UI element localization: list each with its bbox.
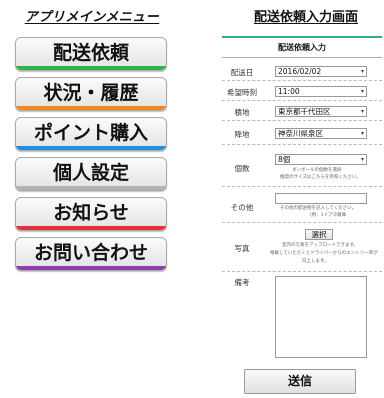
form-header: 配送依頼入力 [222,36,382,58]
origin-label: 積地 [234,108,250,117]
row-delivery-date: 配送日 2016/02/02 ▾ [222,62,382,81]
origin-select[interactable]: 東京都千代田区 ▾ [275,106,367,117]
count-note: ダンボールの個数を選択 [292,168,342,173]
row-remarks: 備考 [222,272,382,363]
other-label: その他 [230,203,254,212]
other-example-note: (例：1ドア冷蔵庫 [310,213,347,218]
photo-note: 室内の写真をアップロードできます。 [282,243,359,248]
delivery-date-select[interactable]: 2016/02/02 ▾ [275,66,367,77]
row-destination: 降地 神奈川県泉区 ▾ [222,121,382,145]
row-other: その他 その他の配送物を記入してください。 (例：1ドア冷蔵庫 [222,187,382,223]
menu-color-stripe [16,66,166,70]
count-value: 8個 [278,155,291,164]
menu-button-status-history[interactable]: 状況・履歴 [15,77,167,111]
row-desired-time: 希望時刻 11:00 ▾ [222,81,382,101]
origin-value: 東京都千代田区 [278,107,331,116]
menu-button-label: 状況・履歴 [43,82,139,104]
delivery-date-label: 配送日 [230,68,254,77]
desired-time-value: 11:00 [278,87,300,96]
menu-title: アプリメインメニュー [24,10,160,25]
chevron-down-icon: ▾ [360,156,364,163]
destination-value: 神奈川県泉区 [278,129,323,138]
menu-color-stripe [16,106,166,110]
chevron-down-icon: ▾ [360,108,364,115]
menu-button-label: お問い合わせ [33,242,148,264]
menu-button-label: ポイント購入 [33,122,148,144]
remarks-textarea[interactable] [275,276,367,358]
desired-time-select[interactable]: 11:00 ▾ [275,86,367,97]
count-size-note: 推奨のサイズはこちらを参照ください。 [280,175,361,180]
other-note: その他の配送物を記入してください。 [280,206,357,211]
menu-button-point-purchase[interactable]: ポイント購入 [15,117,167,151]
menu-color-stripe [16,186,166,190]
destination-select[interactable]: 神奈川県泉区 ▾ [275,128,367,139]
menu-color-stripe [16,266,166,270]
form-page-title: 配送依頼入力画面 [253,10,358,25]
other-input[interactable] [275,193,367,204]
photo-label: 写真 [234,244,250,253]
menu-button-contact[interactable]: お問い合わせ [15,237,167,271]
menu-button-personal-settings[interactable]: 個人設定 [15,157,167,191]
row-origin: 積地 東京都千代田区 ▾ [222,101,382,121]
destination-label: 降地 [234,130,250,139]
desired-time-label: 希望時刻 [227,88,257,97]
chevron-down-icon: ▾ [360,88,364,95]
menu-button-label: 個人設定 [52,162,129,184]
photo-entry-note-2: 向上します。 [302,259,329,264]
menu-color-stripe [16,226,166,230]
count-label: 個数 [234,164,250,173]
photo-select-button[interactable]: 選択 [305,229,333,240]
count-select[interactable]: 8個 ▾ [275,154,367,165]
chevron-down-icon: ▾ [360,130,364,137]
remarks-label: 備考 [234,278,250,287]
menu-color-stripe [16,146,166,150]
menu-button-delivery-request[interactable]: 配送依頼 [15,37,167,71]
photo-entry-note: 根載していただくとドライバーからのエントリー率が [270,251,378,256]
delivery-date-value: 2016/02/02 [278,67,322,76]
row-photo: 写真 選択 室内の写真をアップロードできます。 根載していただくとドライバーから… [222,223,382,272]
menu-button-notices[interactable]: お知らせ [15,197,167,231]
menu-button-label: 配送依頼 [52,42,129,64]
menu-button-label: お知らせ [53,202,129,224]
submit-button[interactable]: 送信 [244,369,356,394]
chevron-down-icon: ▾ [360,68,364,75]
row-count: 個数 8個 ▾ ダンボールの個数を選択 推奨のサイズはこちらを参照ください。 [222,145,382,187]
